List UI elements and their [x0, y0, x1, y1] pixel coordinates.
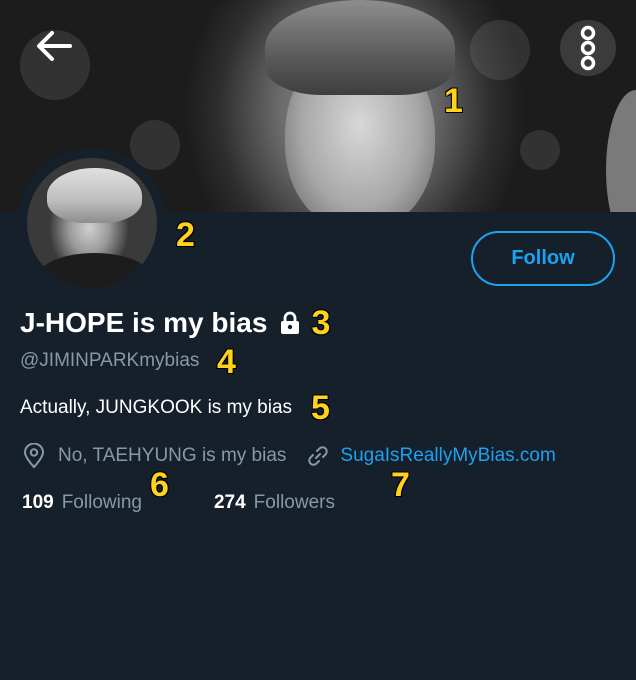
location-text: No, TAEHYUNG is my bias — [58, 445, 287, 466]
back-button[interactable] — [30, 22, 78, 70]
annotation-5: 5 — [311, 389, 330, 427]
user-handle-text: @JIMINPARKmybias — [20, 350, 200, 371]
more-vertical-icon — [580, 25, 596, 71]
bio-text: Actually, JUNGKOOK is my bias — [20, 397, 293, 418]
followers-stat[interactable]: 274 Followers — [214, 492, 335, 514]
annotation-1: 1 — [444, 82, 463, 120]
display-name: J-HOPE is my bias — [20, 307, 268, 338]
avatar[interactable] — [17, 148, 167, 298]
annotation-7: 7 — [391, 466, 410, 504]
follow-stats: 109 Following 274 Followers — [22, 492, 335, 514]
avatar-image — [27, 158, 157, 288]
annotation-4: 4 — [217, 343, 236, 381]
lock-icon — [277, 310, 303, 336]
following-stat[interactable]: 109 Following — [22, 492, 142, 514]
user-handle: @JIMINPARKmybias — [20, 350, 199, 372]
link-icon — [308, 446, 329, 466]
annotation-3: 3 — [311, 304, 331, 342]
location-pin-icon — [23, 443, 45, 469]
banner-edge-figure — [606, 90, 636, 212]
arrow-left-icon — [37, 31, 72, 61]
follow-button[interactable]: Follow — [471, 231, 615, 286]
website[interactable]: SugaIsReallyMyBias.com — [306, 444, 556, 468]
more-options-button[interactable] — [560, 20, 616, 76]
website-link[interactable]: SugaIsReallyMyBias.com — [340, 445, 555, 467]
banner-hair — [265, 0, 455, 95]
followers-label: Followers — [253, 492, 335, 513]
following-label: Following — [61, 492, 142, 513]
profile-meta: No, TAEHYUNG is my bias SugaIsReallyMyBi… — [22, 443, 556, 469]
bio: Actually, JUNGKOOK is my bias — [20, 397, 292, 419]
name-row: J-HOPE is my bias 3 — [20, 306, 330, 340]
annotation-2: 2 — [176, 216, 195, 254]
followers-count: 274 — [213, 492, 246, 513]
following-count: 109 — [22, 492, 54, 513]
